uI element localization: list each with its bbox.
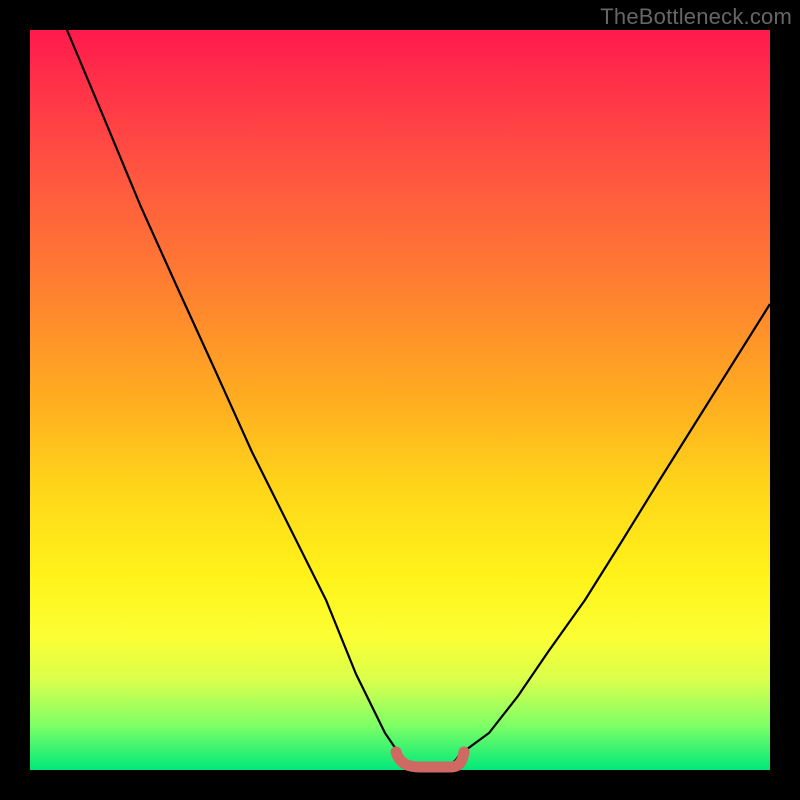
outer-frame: TheBottleneck.com [0, 0, 800, 800]
bottleneck-curve [67, 30, 770, 766]
plot-area [30, 30, 770, 770]
watermark-text: TheBottleneck.com [600, 4, 792, 30]
minimum-marker [396, 752, 464, 767]
curve-svg [30, 30, 770, 770]
